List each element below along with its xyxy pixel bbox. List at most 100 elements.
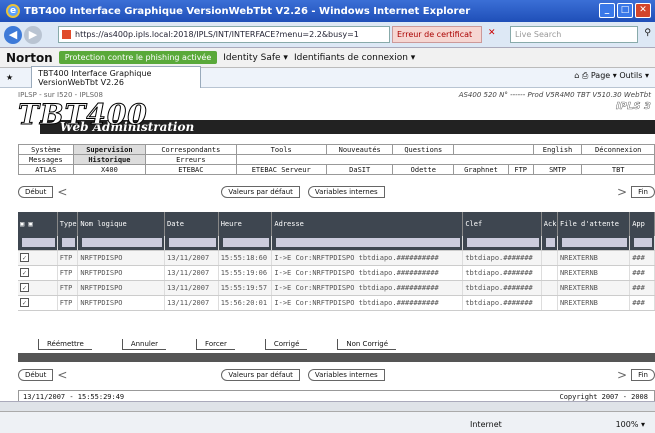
- col-file-attente[interactable]: File d'attente: [557, 212, 631, 236]
- select-all-header[interactable]: ▣ ▣: [18, 212, 58, 236]
- next-arrow-icon[interactable]: >: [617, 368, 627, 382]
- menu-correspondants[interactable]: Correspondants: [145, 144, 237, 155]
- identity-safe-menu[interactable]: Identity Safe ▾: [223, 53, 288, 63]
- server-info: AS400 520 N° ------ Prod V5R4M0 TBT V510…: [458, 91, 651, 99]
- filter-search-icon[interactable]: [18, 236, 58, 251]
- filter-clef[interactable]: [462, 236, 542, 251]
- row-checkbox[interactable]: ✓: [18, 295, 58, 311]
- window-title: TBT400 Interface Graphique VersionWebTbt…: [24, 5, 471, 17]
- filter-ack[interactable]: [541, 236, 558, 251]
- menu-atlas[interactable]: ATLAS: [18, 164, 74, 175]
- fin-button[interactable]: Fin: [631, 369, 655, 381]
- cell-heure: 15:55:18:60: [218, 250, 273, 266]
- maximize-button[interactable]: □: [617, 3, 633, 18]
- col-nom-logique[interactable]: Nom logique: [77, 212, 166, 236]
- menu-etebac-serveur[interactable]: ETEBAC Serveur: [235, 164, 327, 175]
- search-input[interactable]: Live Search: [510, 26, 638, 43]
- search-icon[interactable]: ⚲: [644, 28, 651, 38]
- row-checkbox[interactable]: ✓: [18, 250, 58, 266]
- browser-tab[interactable]: TBT400 Interface Graphique VersionWebTbt…: [31, 65, 202, 90]
- variables-internes-button[interactable]: Variables internes: [307, 186, 385, 198]
- phishing-protection-button[interactable]: Protection contre le phishing activée: [58, 51, 218, 64]
- menu-ftp[interactable]: FTP: [507, 164, 534, 175]
- filter-nom[interactable]: [77, 236, 166, 251]
- table-row[interactable]: ✓ FTP NRFTPDISPO 13/11/2007 15:55:18:60 …: [18, 250, 655, 266]
- prev-arrow-icon[interactable]: <: [57, 185, 67, 199]
- minimize-button[interactable]: _: [599, 3, 615, 18]
- menu-odette[interactable]: Odette: [392, 164, 455, 175]
- certificate-error-badge[interactable]: Erreur de certificat: [392, 26, 482, 43]
- corrige-button[interactable]: Corrigé: [264, 338, 308, 350]
- debut-button[interactable]: Début: [18, 369, 54, 381]
- table-row[interactable]: ✓ FTP NRFTPDISPO 13/11/2007 15:55:19:57 …: [18, 280, 655, 296]
- row-checkbox[interactable]: ✓: [18, 280, 58, 296]
- messages-table: ▣ ▣ Type Nom logique Date Heure Adresse …: [18, 212, 655, 311]
- next-arrow-icon[interactable]: >: [617, 185, 627, 199]
- menu-systeme[interactable]: Système: [18, 144, 74, 155]
- cell-nom: NRFTPDISPO: [77, 250, 166, 266]
- prev-arrow-icon[interactable]: <: [57, 368, 67, 382]
- menu-supervision[interactable]: Supervision: [72, 144, 147, 155]
- page-scrollbar[interactable]: [0, 402, 655, 412]
- print-icon[interactable]: ⎙: [582, 71, 591, 80]
- fin-button[interactable]: Fin: [631, 186, 655, 198]
- menu-tbt[interactable]: TBT: [581, 164, 655, 175]
- menu-tools[interactable]: Tools: [235, 144, 327, 155]
- col-app[interactable]: App: [629, 212, 655, 236]
- variables-internes-button[interactable]: Variables internes: [307, 369, 385, 381]
- menu-x400[interactable]: X400: [72, 164, 147, 175]
- menu-questions[interactable]: Questions: [392, 144, 455, 155]
- close-button[interactable]: ✕: [635, 3, 651, 18]
- filter-type[interactable]: [57, 236, 79, 251]
- back-button[interactable]: ◀: [4, 25, 22, 44]
- menu-erreurs[interactable]: Erreurs: [145, 154, 237, 165]
- menu-deconnexion[interactable]: Déconnexion: [581, 144, 655, 155]
- menu-graphnet[interactable]: Graphnet: [453, 164, 509, 175]
- login-ids-menu[interactable]: Identifiants de connexion ▾: [294, 53, 415, 63]
- menu-etebac[interactable]: ETEBAC: [145, 164, 237, 175]
- col-ack[interactable]: Ack: [541, 212, 558, 236]
- col-type[interactable]: Type: [57, 212, 79, 236]
- cell-ack: [541, 280, 558, 296]
- home-icon[interactable]: ⌂: [574, 71, 579, 80]
- filter-file[interactable]: [557, 236, 631, 251]
- stop-icon[interactable]: ✕: [488, 28, 496, 38]
- filter-adresse[interactable]: [271, 236, 464, 251]
- table-row[interactable]: ✓ FTP NRFTPDISPO 13/11/2007 15:55:19:06 …: [18, 265, 655, 281]
- valeurs-defaut-button[interactable]: Valeurs par défaut: [221, 369, 300, 381]
- col-adresse[interactable]: Adresse: [271, 212, 464, 236]
- reemettre-button[interactable]: Réémettre: [38, 338, 92, 350]
- col-heure[interactable]: Heure: [218, 212, 273, 236]
- table-row[interactable]: ✓ FTP NRFTPDISPO 13/11/2007 15:56:20:01 …: [18, 295, 655, 311]
- zoom-control[interactable]: 100% ▾: [616, 420, 645, 429]
- cell-clef: tbtdiapo.#######: [462, 265, 542, 281]
- table-scrollbar[interactable]: [18, 353, 655, 362]
- menu-english[interactable]: English: [532, 144, 583, 155]
- debut-button[interactable]: Début: [18, 186, 54, 198]
- annuler-button[interactable]: Annuler: [121, 338, 167, 350]
- menu-smtp[interactable]: SMTP: [532, 164, 583, 175]
- menu-historique[interactable]: Historique: [72, 154, 147, 165]
- col-date[interactable]: Date: [164, 212, 219, 236]
- menu-messages[interactable]: Messages: [18, 154, 74, 165]
- cell-heure: 15:55:19:57: [218, 280, 273, 296]
- cell-heure: 15:56:20:01: [218, 295, 273, 311]
- favorites-star-icon[interactable]: ★: [6, 73, 13, 82]
- col-clef[interactable]: Clef: [462, 212, 542, 236]
- menu-nouveautes[interactable]: Nouveautés: [325, 144, 394, 155]
- url-field[interactable]: https://as400p.ipls.local:2018/IPLS/INT/…: [58, 26, 390, 43]
- filter-app[interactable]: [629, 236, 655, 251]
- non-corrige-button[interactable]: Non Corrigé: [337, 338, 397, 350]
- page-menu[interactable]: Page ▾: [591, 71, 617, 80]
- tools-menu[interactable]: Outils ▾: [619, 71, 649, 80]
- forcer-button[interactable]: Forcer: [196, 338, 235, 350]
- cell-file: NREXTERNB: [557, 295, 631, 311]
- menu-dasit[interactable]: DaSIT: [325, 164, 394, 175]
- cell-heure: 15:55:19:06: [218, 265, 273, 281]
- filter-heure[interactable]: [218, 236, 273, 251]
- valeurs-defaut-button[interactable]: Valeurs par défaut: [221, 186, 300, 198]
- filter-date[interactable]: [164, 236, 219, 251]
- row-checkbox[interactable]: ✓: [18, 265, 58, 281]
- cell-type: FTP: [57, 295, 79, 311]
- forward-button[interactable]: ▶: [24, 25, 42, 44]
